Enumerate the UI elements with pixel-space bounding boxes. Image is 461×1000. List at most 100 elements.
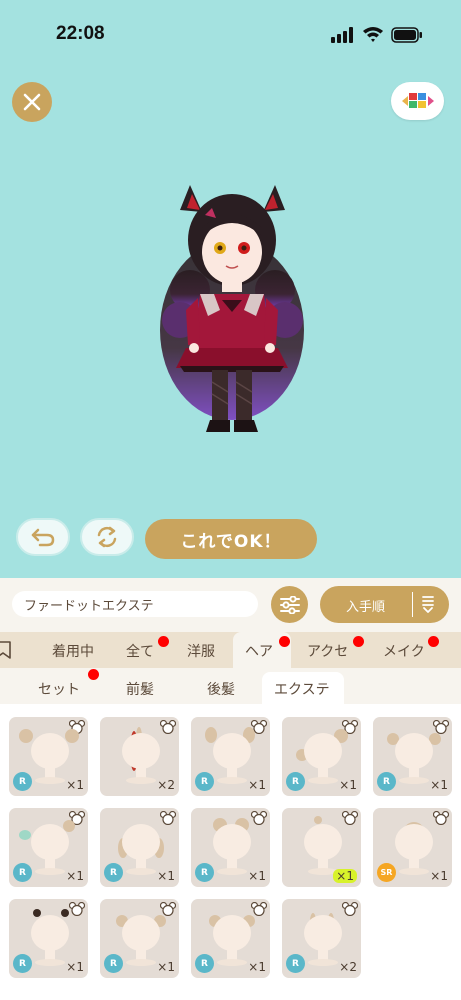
- rarity-badge: R: [13, 863, 32, 882]
- mannequin-head: [395, 824, 433, 860]
- hair-subtabs: セット 前髪 後髪 エクステ: [0, 668, 461, 704]
- avatar-character: [160, 185, 304, 432]
- search-field[interactable]: ファードットエクステ: [12, 591, 258, 617]
- item-card[interactable]: R ×1: [100, 808, 179, 887]
- mannequin-head: [31, 733, 69, 769]
- tab-accessories[interactable]: アクセ: [307, 641, 348, 661]
- mannequin-head: [395, 733, 433, 769]
- bookmark-icon[interactable]: [0, 641, 12, 659]
- tab-wearing[interactable]: 着用中: [52, 641, 94, 661]
- subtab-bangs[interactable]: 前髪: [126, 679, 154, 699]
- bear-icon: [342, 902, 358, 916]
- mannequin-head: [122, 824, 160, 860]
- item-card[interactable]: R ×1: [191, 808, 270, 887]
- hair-extension-shape: [65, 729, 79, 743]
- hair-extension-shape: [33, 909, 41, 917]
- rotate-button[interactable]: [80, 518, 134, 556]
- tab-makeup[interactable]: メイク: [383, 641, 425, 661]
- item-card[interactable]: R ×1: [9, 717, 88, 796]
- confirm-ok-button[interactable]: これでOK！: [145, 519, 317, 559]
- item-count: ×1: [248, 869, 266, 883]
- rarity-badge: R: [104, 863, 123, 882]
- item-card[interactable]: R ×1: [191, 717, 270, 796]
- close-button[interactable]: [12, 82, 52, 122]
- bear-icon: [342, 811, 358, 825]
- item-card[interactable]: R ×1: [9, 899, 88, 978]
- mannequin-head: [304, 824, 342, 860]
- item-grid: R ×1 ×2 R ×1 R ×1 R ×1 R ×1 R ×1 R ×1 ×1 SR ×1 R ×1 R ×1 R ×1 R ×…: [0, 704, 461, 1000]
- hair-extension-shape: [19, 729, 33, 743]
- item-count: ×1: [66, 869, 84, 883]
- undo-button[interactable]: [16, 518, 70, 556]
- item-count: ×1: [66, 960, 84, 974]
- mannequin-base: [217, 777, 247, 784]
- mannequin-base: [399, 777, 429, 784]
- bear-icon: [160, 720, 176, 734]
- tab-makeup-notification-dot: [428, 636, 439, 647]
- mannequin-base: [126, 868, 156, 875]
- mannequin-base: [399, 868, 429, 875]
- item-count: ×1: [430, 869, 448, 883]
- battery-icon: [391, 27, 422, 43]
- filter-button[interactable]: [271, 586, 308, 623]
- mannequin-head: [31, 915, 69, 951]
- item-card[interactable]: R ×2: [282, 899, 361, 978]
- rarity-badge: SR: [377, 863, 396, 882]
- sort-button[interactable]: 入手順: [320, 586, 449, 623]
- bear-icon: [433, 720, 449, 734]
- tab-clothes[interactable]: 洋服: [187, 641, 215, 661]
- hair-extension-shape: [314, 816, 322, 824]
- status-time: 22:08: [56, 23, 105, 44]
- category-tabs: 着用中 全て 洋服 ヘア アクセ メイク: [0, 632, 461, 668]
- mannequin-head: [31, 824, 69, 860]
- subtab-back-hair[interactable]: 後髪: [207, 679, 235, 699]
- status-bar: 22:08: [0, 0, 461, 64]
- item-card[interactable]: R ×1: [191, 899, 270, 978]
- item-card[interactable]: ×2: [100, 717, 179, 796]
- item-count: ×1: [66, 778, 84, 792]
- tab-all-notification-dot: [158, 636, 169, 647]
- wifi-icon: [363, 27, 383, 42]
- item-card[interactable]: R ×1: [9, 808, 88, 887]
- rarity-badge: R: [377, 772, 396, 791]
- rarity-badge: R: [195, 954, 214, 973]
- avatar-stage: 22:08 これでOK！: [0, 0, 461, 578]
- item-card[interactable]: R ×1: [373, 717, 452, 796]
- subtab-set-notification-dot: [88, 669, 99, 680]
- bear-icon: [69, 902, 85, 916]
- sliders-icon: [279, 595, 300, 614]
- mannequin-base: [308, 777, 338, 784]
- mannequin-base: [35, 868, 65, 875]
- mannequin-base: [126, 959, 156, 966]
- mannequin-head: [304, 915, 342, 951]
- subtab-extensions[interactable]: エクステ: [262, 672, 344, 704]
- bear-icon: [160, 902, 176, 916]
- bear-icon: [433, 811, 449, 825]
- mannequin-base: [35, 777, 65, 784]
- mannequin-head: [122, 915, 160, 951]
- tab-all[interactable]: 全て: [126, 641, 154, 661]
- color-palette-button[interactable]: [391, 82, 444, 120]
- sort-divider: [412, 592, 413, 617]
- subtab-set[interactable]: セット: [38, 679, 80, 699]
- rarity-badge: R: [286, 954, 305, 973]
- mannequin-head: [304, 733, 342, 769]
- item-count: ×1: [248, 960, 266, 974]
- rarity-badge: R: [13, 954, 32, 973]
- rarity-badge: R: [104, 954, 123, 973]
- item-count: ×2: [339, 960, 357, 974]
- item-card[interactable]: ×1: [282, 808, 361, 887]
- item-card[interactable]: R ×1: [100, 899, 179, 978]
- undo-icon: [31, 528, 55, 547]
- rarity-badge: R: [286, 772, 305, 791]
- item-count: ×1: [248, 778, 266, 792]
- bear-icon: [251, 811, 267, 825]
- item-count: ×1: [157, 869, 175, 883]
- mannequin-base: [35, 959, 65, 966]
- mannequin-head: [213, 824, 251, 860]
- hair-extension-shape: [19, 830, 31, 840]
- close-icon: [23, 93, 41, 111]
- item-card[interactable]: SR ×1: [373, 808, 452, 887]
- item-card[interactable]: R ×1: [282, 717, 361, 796]
- mannequin-base: [217, 868, 247, 875]
